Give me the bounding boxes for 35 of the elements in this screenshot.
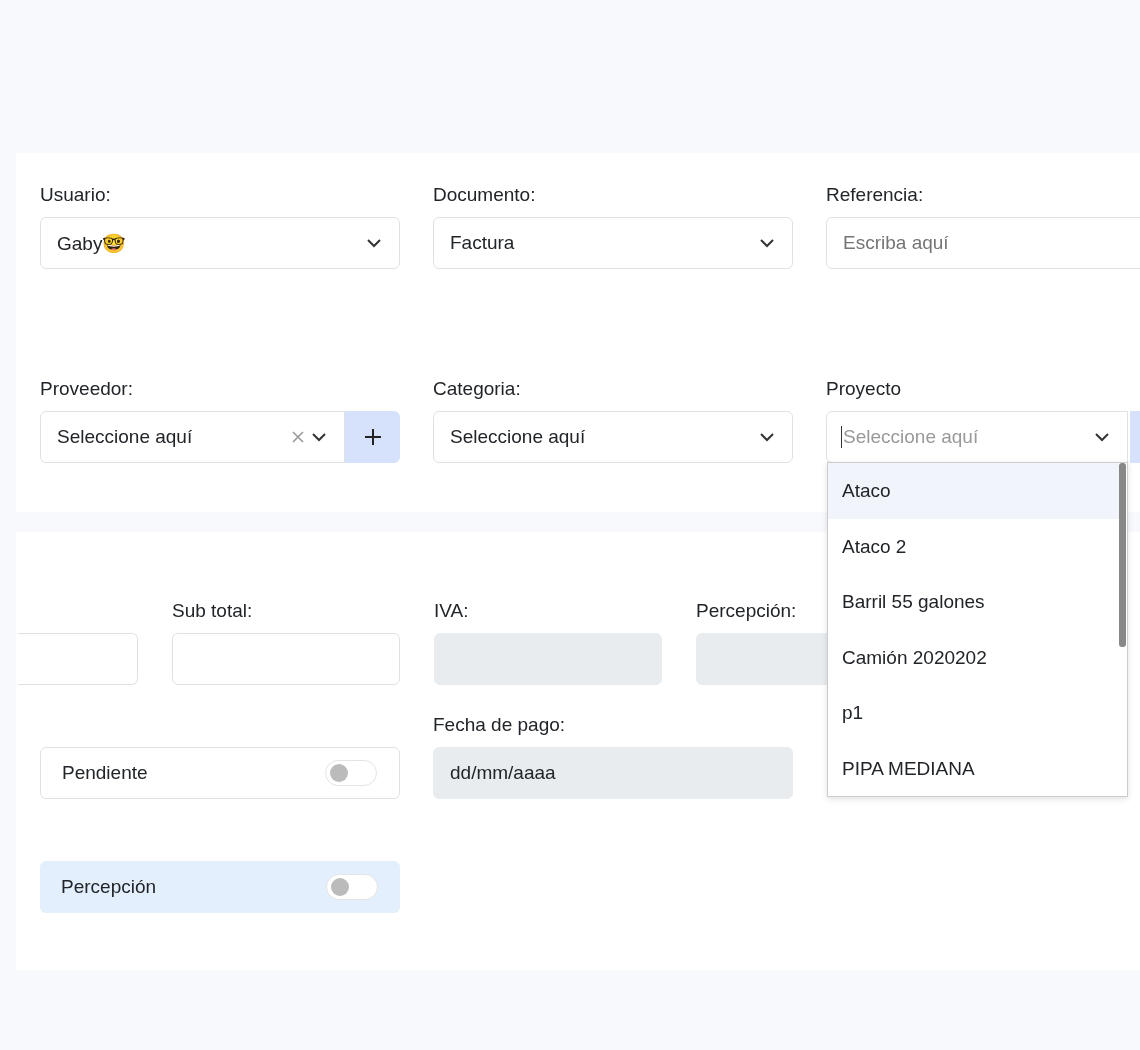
text-field[interactable]: Escriba aquí <box>826 217 1140 269</box>
dropdown-option[interactable]: Barril 55 galones <box>828 574 1119 630</box>
plus-icon <box>363 428 382 446</box>
field-label: Sub total: <box>172 599 253 623</box>
dropdown-option[interactable]: p1 <box>828 685 1119 741</box>
dropdown-option[interactable]: Ataco 2 <box>828 518 1119 574</box>
chevron-down-icon <box>312 432 326 442</box>
field-label: Proyecto <box>826 377 901 401</box>
switch-label: Percepción <box>61 876 157 898</box>
field-label: Fecha de pago: <box>433 713 566 737</box>
dropdown-option[interactable]: Camión 2020202 <box>828 629 1119 685</box>
field-label: Referencia: <box>826 183 924 207</box>
dropdown-option[interactable]: Ataco <box>828 463 1119 519</box>
select-field[interactable]: Seleccione aquí <box>40 411 345 463</box>
field-label: Usuario: <box>40 183 111 207</box>
scrollbar-thumb[interactable] <box>1119 463 1126 647</box>
select-field[interactable]: Factura <box>433 217 793 269</box>
field-label: Percepción: <box>696 599 797 623</box>
chevron-down-icon <box>1095 432 1109 442</box>
chevron-down-icon <box>760 432 774 442</box>
select-field[interactable]: Seleccione aquí <box>433 411 793 463</box>
dropdown-option[interactable]: PIPA MEDIANA <box>828 740 1119 796</box>
switch-label: Pendiente <box>62 762 148 784</box>
amount-field[interactable] <box>18 633 138 685</box>
select-field[interactable]: Gaby🤓 <box>40 217 400 269</box>
clear-icon[interactable] <box>292 431 304 443</box>
field-label: Documento: <box>433 183 536 207</box>
amount-field[interactable] <box>172 633 400 685</box>
toggle-switch[interactable] <box>326 874 378 900</box>
chevron-down-icon <box>760 238 774 248</box>
toggle-switch[interactable] <box>325 760 377 786</box>
chevron-down-icon <box>367 238 381 248</box>
field-label: Proveedor: <box>40 377 133 401</box>
field-label: Categoria: <box>433 377 521 401</box>
field-label: IVA: <box>434 599 469 623</box>
